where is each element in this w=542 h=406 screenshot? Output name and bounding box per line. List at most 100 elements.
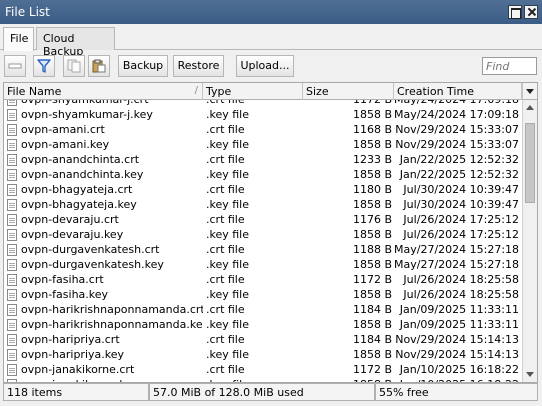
table-row[interactable]: ovpn-harikrishnaponnamanda.crt .crt file 1… xyxy=(4,303,522,318)
creation-time-cell: Jul/30/2024 10:39:47 xyxy=(403,183,519,196)
find-input[interactable] xyxy=(482,57,537,75)
paste-button[interactable] xyxy=(88,55,110,77)
creation-time-cell: Jul/26/2024 18:25:58 xyxy=(403,288,519,301)
file-name-cell: ovpn-durgavenkatesh.key xyxy=(21,258,164,271)
file-icon xyxy=(7,274,17,286)
table-row[interactable]: ovpn-harikrishnaponnamanda.key .key file 1… xyxy=(4,318,522,333)
copy-button[interactable] xyxy=(63,55,85,77)
creation-time-cell: Jul/26/2024 18:25:58 xyxy=(403,273,519,286)
close-window-button[interactable] xyxy=(524,5,538,19)
tab-cloud-backup[interactable]: Cloud Backup xyxy=(36,27,115,58)
table-row[interactable]: ovpn-devaraju.key .key file 1858 B Jul/26/2… xyxy=(4,228,522,243)
file-type-cell: .crt file xyxy=(206,243,245,256)
table-row[interactable]: ovpn-durgavenkatesh.key .key file 1858 B Ma… xyxy=(4,258,522,273)
scrollbar-thumb[interactable] xyxy=(525,123,535,203)
table-row[interactable]: ovpn-durgavenkatesh.crt .crt file 1188 B Ma… xyxy=(4,243,522,258)
creation-time-cell: Nov/29/2024 15:14:13 xyxy=(395,333,519,346)
file-size-cell: 1858 B xyxy=(352,228,392,241)
file-type-cell: .key file xyxy=(206,378,302,382)
restore-button[interactable]: Restore xyxy=(173,55,224,77)
file-name-cell: ovpn-shyamkumar-j.crt xyxy=(21,100,203,108)
file-name-cell: ovpn-fasiha.key xyxy=(21,288,109,301)
file-name-cell: ovpn-haripriya.crt xyxy=(21,333,120,346)
table-row[interactable]: ovpn-haripriya.key .key file 1858 B Nov/29/… xyxy=(4,348,522,363)
column-header-file-name[interactable]: File Name / xyxy=(4,83,203,100)
file-size-cell: 1172 B xyxy=(303,100,392,108)
column-header-label: Creation Time xyxy=(397,85,474,98)
tab-file[interactable]: File xyxy=(3,27,34,51)
table-row[interactable]: ovpn-amani.crt .crt file 1168 B Nov/29/2024… xyxy=(4,123,522,138)
status-bar: 118 items 57.0 MiB of 128.0 MiB used 55%… xyxy=(3,383,538,401)
file-icon xyxy=(7,319,17,331)
file-icon xyxy=(7,244,17,256)
table-row[interactable]: ovpn-anandchinta.crt .crt file 1233 B Jan/2… xyxy=(4,153,522,168)
creation-time-cell: Jul/30/2024 10:39:47 xyxy=(403,198,519,211)
file-name-cell: ovpn-durgavenkatesh.crt xyxy=(21,243,160,256)
creation-time-cell: Jan/10/2025 16:18:22 xyxy=(394,378,519,382)
column-header-type[interactable]: Type xyxy=(203,83,303,100)
file-type-cell: .crt file xyxy=(206,333,245,346)
file-size-cell: 1172 B xyxy=(352,363,392,376)
file-size-cell: 1858 B xyxy=(303,378,392,382)
file-icon xyxy=(7,199,17,211)
backup-button[interactable]: Backup xyxy=(118,55,168,77)
table-row[interactable]: ovpn-bhagyateja.key .key file 1858 B Jul/30… xyxy=(4,198,522,213)
table-row[interactable]: ovpn-janakikorne.crt .crt file 1172 B Jan/1… xyxy=(4,363,522,378)
column-header-creation-time[interactable]: Creation Time xyxy=(394,83,522,100)
file-icon xyxy=(7,100,17,106)
file-icon xyxy=(7,229,17,241)
vertical-scrollbar[interactable] xyxy=(522,100,537,382)
toolbar: Backup Restore Upload... xyxy=(0,51,542,83)
file-type-cell: .crt file xyxy=(206,363,245,376)
creation-time-cell: Jan/09/2025 11:33:11 xyxy=(399,318,519,331)
file-type-cell: .crt file xyxy=(206,213,245,226)
file-icon xyxy=(7,349,17,361)
upload-button[interactable]: Upload... xyxy=(236,55,294,77)
file-name-cell: ovpn-janakikorne.crt xyxy=(21,363,135,376)
restore-window-button[interactable] xyxy=(508,5,522,19)
creation-time-cell: Jan/10/2025 16:18:22 xyxy=(399,363,519,376)
creation-time-cell: Jan/09/2025 11:33:11 xyxy=(399,303,519,316)
table-row[interactable]: ovpn-haripriya.crt .crt file 1184 B Nov/29/… xyxy=(4,333,522,348)
remove-button[interactable] xyxy=(4,55,26,77)
table-row[interactable]: ovpn-shyamkumar-j.crt.crt file1172 BMay/… xyxy=(4,100,522,108)
file-size-cell: 1858 B xyxy=(352,318,392,331)
file-icon xyxy=(7,214,17,226)
filter-button[interactable] xyxy=(33,55,55,77)
table-row[interactable]: ovpn-devaraju.crt .crt file 1176 B Jul/26/2… xyxy=(4,213,522,228)
file-size-cell: 1233 B xyxy=(352,153,392,166)
table-rows: ovpn-shyamkumar-j.crt.crt file1172 BMay/… xyxy=(4,100,522,382)
file-size-cell: 1176 B xyxy=(352,213,392,226)
file-size-cell: 1858 B xyxy=(352,348,392,361)
status-storage-free: 55% free xyxy=(375,383,538,401)
table-row[interactable]: ovpn-bhagyateja.crt .crt file 1180 B Jul/30… xyxy=(4,183,522,198)
file-name-cell: ovpn-haripriya.key xyxy=(21,348,125,361)
table-row[interactable]: ovpn-amani.key .key file 1858 B Nov/29/2024… xyxy=(4,138,522,153)
column-menu-dropdown[interactable] xyxy=(522,83,537,100)
file-type-cell: .key file xyxy=(206,138,250,151)
file-icon xyxy=(7,334,17,346)
table-row[interactable]: ovpn-janakikorne.key.key file1858 BJan/1… xyxy=(4,378,522,382)
column-header-size[interactable]: Size xyxy=(303,83,394,100)
table-row[interactable]: ovpn-anandchinta.key .key file 1858 B Jan/2… xyxy=(4,168,522,183)
file-type-cell: .key file xyxy=(206,318,250,331)
file-icon xyxy=(7,139,17,151)
scroll-down-arrow-icon[interactable] xyxy=(523,367,537,382)
file-icon xyxy=(7,124,17,136)
file-size-cell: 1184 B xyxy=(352,303,392,316)
table-row[interactable]: ovpn-fasiha.crt .crt file 1172 B Jul/26/202… xyxy=(4,273,522,288)
file-name-cell: ovpn-bhagyateja.crt xyxy=(21,183,133,196)
file-name-cell: ovpn-janakikorne.key xyxy=(21,378,203,382)
file-icon xyxy=(7,364,17,376)
table-row[interactable]: ovpn-shyamkumar-j.key .key file 1858 B May/… xyxy=(4,108,522,123)
table-row[interactable]: ovpn-fasiha.key .key file 1858 B Jul/26/202… xyxy=(4,288,522,303)
creation-time-cell: May/24/2024 17:09:18 xyxy=(394,100,519,108)
file-icon xyxy=(7,184,17,196)
file-size-cell: 1858 B xyxy=(352,258,392,271)
file-type-cell: .key file xyxy=(206,168,250,181)
scroll-up-arrow-icon[interactable] xyxy=(523,100,537,115)
file-type-cell: .crt file xyxy=(206,100,302,108)
file-icon xyxy=(7,154,17,166)
file-size-cell: 1858 B xyxy=(352,138,392,151)
file-size-cell: 1188 B xyxy=(352,243,392,256)
